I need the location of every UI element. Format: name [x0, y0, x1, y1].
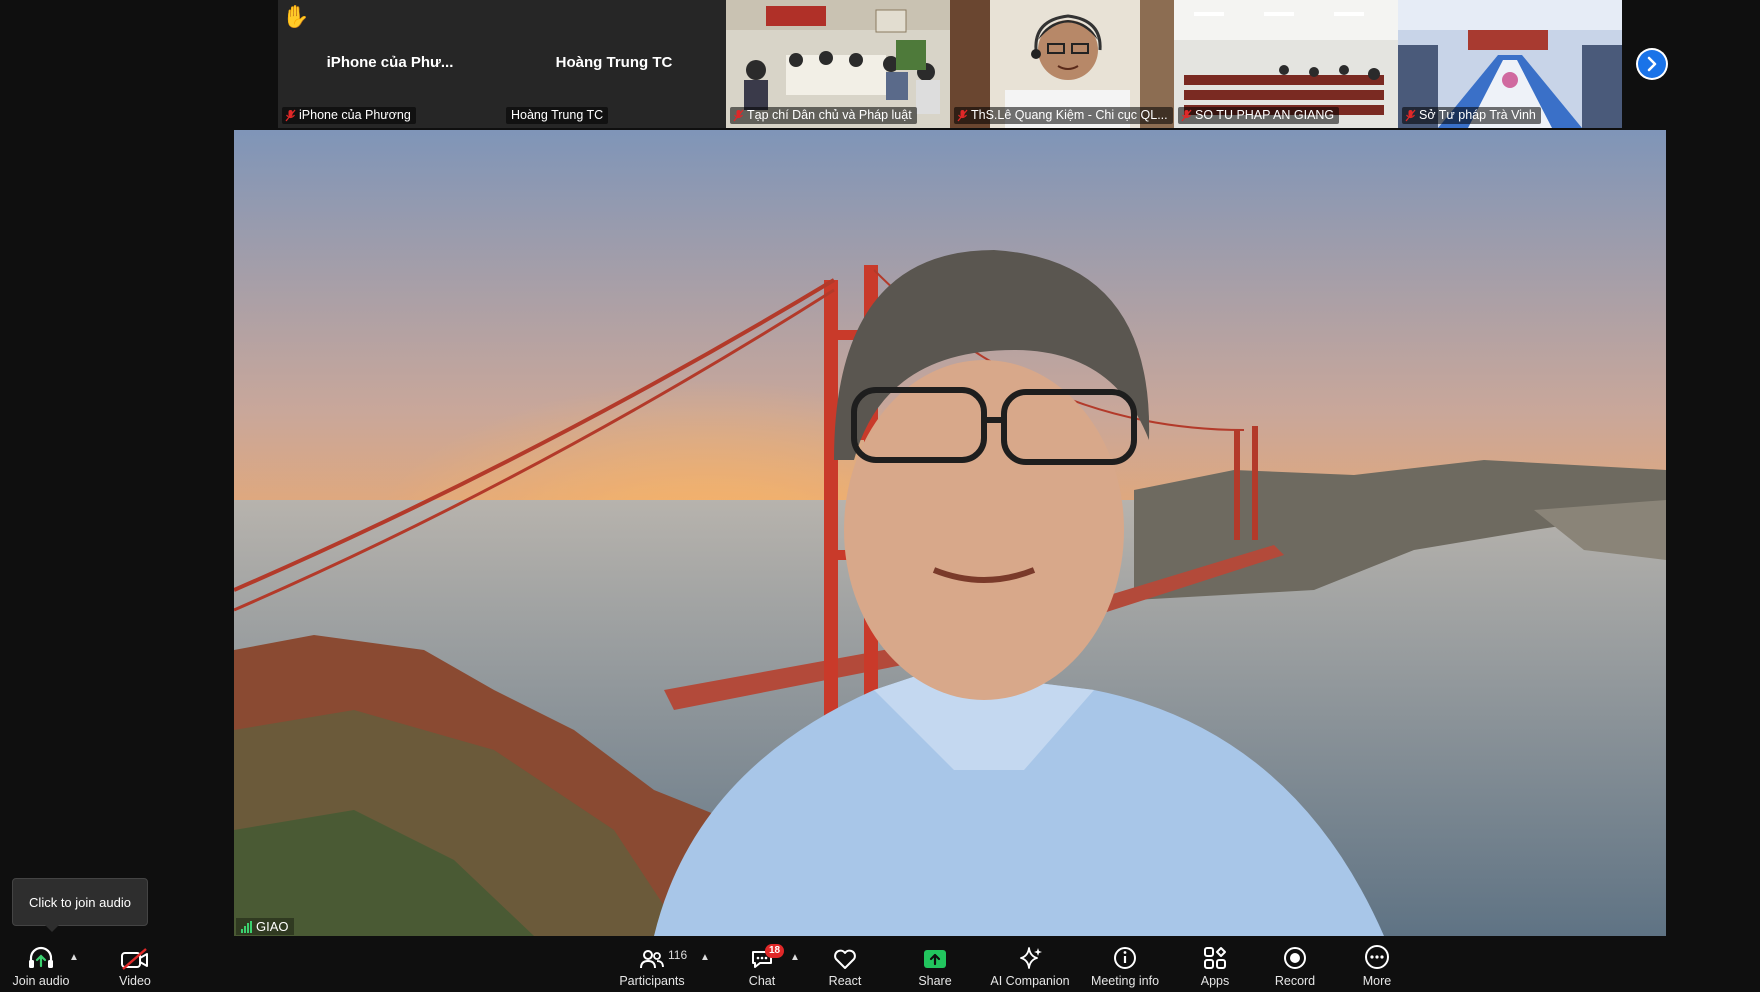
participants-button[interactable]: Participants	[614, 936, 690, 992]
speaker-name-tag: GIAO	[236, 918, 294, 935]
participant-label: SO TU PHAP AN GIANG	[1178, 107, 1340, 124]
participants-label: Participants	[619, 974, 685, 988]
react-label: React	[828, 974, 862, 988]
apps-icon	[1204, 947, 1226, 969]
participant-label: iPhone của Phương	[282, 107, 416, 124]
participant-tile[interactable]: Sở Tư pháp Trà Vinh	[1398, 0, 1622, 128]
participant-tile[interactable]: Tạp chí Dân chủ và Pháp luật	[726, 0, 950, 128]
participant-name: Tạp chí Dân chủ và Pháp luật	[747, 108, 912, 122]
active-speaker-video	[234, 130, 1666, 936]
apps-button[interactable]: Apps	[1192, 936, 1238, 992]
join-audio-tooltip: Click to join audio	[12, 878, 148, 932]
audio-options-caret[interactable]: ▲	[69, 952, 79, 963]
headphones-icon	[29, 946, 53, 968]
meeting-toolbar: Join audio ▲ Video Participants 116 ▲ Ch…	[0, 936, 1760, 992]
join-audio-label: Join audio	[12, 974, 70, 988]
participant-name: ThS.Lê Quang Kiệm - Chi cục QL...	[971, 108, 1168, 122]
participant-tile[interactable]: SO TU PHAP AN GIANG	[1174, 0, 1398, 128]
next-page-button[interactable]	[1636, 48, 1668, 80]
participant-name: SO TU PHAP AN GIANG	[1195, 108, 1335, 122]
mic-muted-icon	[957, 109, 968, 122]
participant-name: Sở Tư pháp Trà Vinh	[1419, 108, 1536, 122]
participant-label: Tạp chí Dân chủ và Pháp luật	[730, 107, 917, 124]
mic-muted-icon	[733, 109, 744, 122]
more-icon	[1365, 945, 1389, 969]
record-label: Record	[1274, 974, 1316, 988]
record-button[interactable]: Record	[1270, 936, 1320, 992]
participant-name: iPhone của Phương	[299, 108, 411, 122]
more-button[interactable]: More	[1354, 936, 1400, 992]
raised-hand-icon: ✋	[282, 4, 310, 29]
participants-icon	[640, 950, 664, 969]
mic-muted-icon	[1181, 109, 1192, 122]
gallery-strip: ✋ iPhone của Phư... iPhone của Phương Ho…	[278, 0, 1622, 128]
participant-tile[interactable]: ThS.Lê Quang Kiệm - Chi cục QL...	[950, 0, 1174, 128]
participant-label: ThS.Lê Quang Kiệm - Chi cục QL...	[954, 107, 1173, 124]
participant-display-name: Hoàng Trung TC	[555, 54, 673, 71]
info-icon	[1114, 947, 1136, 969]
apps-label: Apps	[1200, 974, 1230, 988]
mic-muted-icon	[1405, 109, 1416, 122]
react-button[interactable]: React	[822, 936, 868, 992]
tooltip-text: Click to join audio	[29, 894, 131, 910]
participants-count: 116	[668, 948, 688, 962]
participant-label: Hoàng Trung TC	[506, 107, 609, 124]
virtual-background	[234, 130, 1666, 936]
heart-icon	[834, 949, 856, 969]
share-button[interactable]: Share	[912, 936, 958, 992]
participant-tile[interactable]: Hoàng Trung TC Hoàng Trung TC	[502, 0, 726, 128]
mic-muted-icon	[285, 109, 296, 122]
speaker-name: GIAO	[256, 919, 289, 934]
meeting-info-button[interactable]: Meeting info	[1090, 936, 1160, 992]
sparkle-icon	[1020, 947, 1042, 969]
video-button[interactable]: Video	[104, 936, 166, 992]
ai-companion-label: AI Companion	[990, 974, 1070, 988]
participant-label: Sở Tư pháp Trà Vinh	[1402, 107, 1541, 124]
share-label: Share	[918, 974, 952, 988]
video-off-icon	[121, 948, 148, 970]
chat-label: Chat	[748, 974, 776, 988]
participant-name: Hoàng Trung TC	[511, 108, 604, 122]
share-screen-icon	[924, 950, 946, 968]
meeting-info-label: Meeting info	[1090, 974, 1160, 988]
chevron-right-icon	[1638, 50, 1666, 78]
chat-options-caret[interactable]: ▲	[790, 952, 800, 963]
participants-options-caret[interactable]: ▲	[700, 952, 710, 963]
chat-unread-badge: 18	[765, 944, 785, 958]
more-label: More	[1362, 974, 1392, 988]
participant-tile[interactable]: ✋ iPhone của Phư... iPhone của Phương	[278, 0, 502, 128]
video-label: Video	[119, 974, 151, 988]
record-icon	[1284, 947, 1306, 969]
join-audio-button[interactable]: Join audio	[8, 936, 74, 992]
audio-level-icon	[241, 920, 252, 933]
participant-display-name: iPhone của Phư...	[326, 54, 454, 71]
ai-companion-button[interactable]: AI Companion	[990, 936, 1070, 992]
